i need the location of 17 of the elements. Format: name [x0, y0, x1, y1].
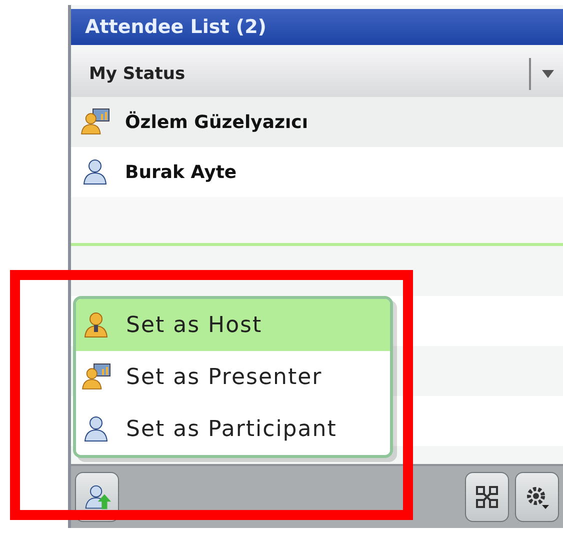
- menu-item-label: Set as Participant: [126, 416, 337, 442]
- attendee-row[interactable]: Özlem Güzelyazıcı: [71, 97, 563, 147]
- attendee-row[interactable]: Burak Ayte: [71, 147, 563, 197]
- presenter-icon: [82, 362, 112, 392]
- menu-item-label: Set as Presenter: [126, 364, 322, 390]
- window-title: Attendee List (2): [71, 9, 563, 45]
- attendee-name: Özlem Güzelyazıcı: [125, 112, 308, 132]
- menu-item[interactable]: Set as Host: [76, 299, 390, 351]
- layout-button[interactable]: [465, 472, 509, 522]
- grid-icon: [475, 485, 499, 509]
- settings-button[interactable]: [515, 472, 559, 522]
- status-label: My Status: [88, 64, 186, 84]
- presenter-icon: [81, 107, 111, 137]
- attendee-name: Burak Ayte: [125, 162, 237, 182]
- dropdown-caret-icon[interactable]: [541, 69, 555, 79]
- menu-item-label: Set as Host: [126, 312, 262, 338]
- settings-icon: [524, 484, 550, 510]
